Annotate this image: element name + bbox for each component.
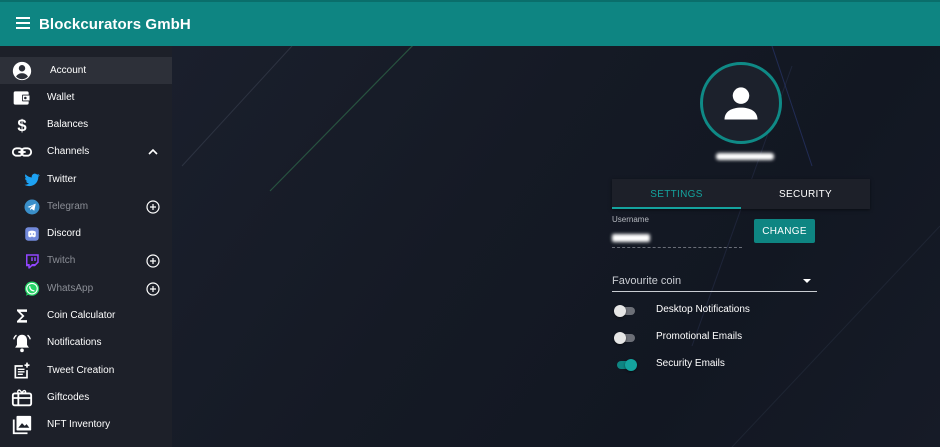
avatar[interactable] xyxy=(700,62,782,144)
sidebar-item-label: Wallet xyxy=(47,92,75,103)
image-collection-icon xyxy=(10,413,34,437)
sidebar-item-giftcodes[interactable]: Giftcodes xyxy=(0,384,172,411)
svg-text:$: $ xyxy=(17,115,27,134)
post-add-icon xyxy=(10,359,34,383)
chevron-up-icon[interactable] xyxy=(146,145,160,159)
favourite-coin-placeholder: Favourite coin xyxy=(612,275,682,287)
sidebar-item-label: Balances xyxy=(47,119,89,130)
sidebar-item-balances[interactable]: $ Balances xyxy=(0,111,172,138)
dropdown-arrow-icon xyxy=(803,279,811,283)
sidebar-item-label: Tweet Creation xyxy=(47,365,115,376)
username-field[interactable] xyxy=(612,234,650,242)
promotional-emails-toggle[interactable] xyxy=(614,332,636,344)
sidebar-item-tweet-creation[interactable]: Tweet Creation xyxy=(0,357,172,384)
sidebar-item-label: Coin Calculator xyxy=(47,310,116,321)
security-emails-toggle[interactable] xyxy=(614,359,637,371)
whatsapp-icon xyxy=(20,277,44,301)
account-circle-icon xyxy=(10,59,34,83)
discord-icon xyxy=(20,222,44,246)
toggle-label: Promotional Emails xyxy=(656,331,743,342)
gift-card-icon xyxy=(10,386,34,410)
sidebar: Account Wallet $ Balances Channels Twitt… xyxy=(0,46,172,447)
profile-tabs: SETTINGS SECURITY xyxy=(612,179,870,209)
toggle-label: Security Emails xyxy=(656,358,725,369)
favourite-coin-select[interactable]: Favourite coin xyxy=(612,268,817,292)
sidebar-item-label: Channels xyxy=(47,146,90,157)
add-circle-icon[interactable] xyxy=(146,281,160,296)
sidebar-item-label: Twitch xyxy=(47,255,76,266)
username-redacted xyxy=(716,153,774,160)
desktop-notifications-toggle[interactable] xyxy=(614,305,636,317)
sidebar-item-label: Twitter xyxy=(47,174,77,185)
telegram-icon xyxy=(20,195,44,219)
background-streaks xyxy=(181,46,940,447)
main-content xyxy=(172,46,940,447)
sidebar-item-whatsapp[interactable]: WhatsApp xyxy=(0,275,172,302)
username-field-underline xyxy=(612,247,742,248)
tab-security[interactable]: SECURITY xyxy=(741,179,870,209)
twitch-icon xyxy=(20,249,44,273)
link-icon xyxy=(10,140,34,164)
sidebar-item-twitch[interactable]: Twitch xyxy=(0,247,172,274)
sidebar-item-label: Discord xyxy=(47,228,81,239)
sidebar-item-label: WhatsApp xyxy=(47,283,94,294)
hamburger-menu-icon[interactable] xyxy=(16,17,30,29)
sidebar-item-label: Telegram xyxy=(47,201,89,212)
sidebar-item-channels[interactable]: Channels xyxy=(0,138,172,165)
sidebar-item-label: NFT Inventory xyxy=(47,419,111,430)
add-circle-icon[interactable] xyxy=(146,199,160,214)
dollar-icon: $ xyxy=(10,113,34,137)
username-label: Username xyxy=(612,215,649,224)
sigma-icon xyxy=(10,304,34,328)
app-bar: Blockcurators GmbH xyxy=(0,0,940,46)
tab-settings[interactable]: SETTINGS xyxy=(612,179,741,209)
app-title: Blockcurators GmbH xyxy=(39,16,191,33)
sidebar-item-coin-calculator[interactable]: Coin Calculator xyxy=(0,302,172,329)
wallet-icon xyxy=(10,86,34,110)
sidebar-item-discord[interactable]: Discord xyxy=(0,220,172,247)
sidebar-item-nft-inventory[interactable]: NFT Inventory xyxy=(0,411,172,438)
twitter-icon xyxy=(20,168,44,192)
person-icon xyxy=(724,87,758,120)
sidebar-item-notifications[interactable]: Notifications xyxy=(0,329,172,356)
sidebar-item-account[interactable]: Account xyxy=(0,57,172,84)
sidebar-item-twitter[interactable]: Twitter xyxy=(0,166,172,193)
sidebar-item-label: Notifications xyxy=(47,337,102,348)
bell-icon xyxy=(10,331,34,355)
toggle-label: Desktop Notifications xyxy=(656,304,750,315)
sidebar-item-telegram[interactable]: Telegram xyxy=(0,193,172,220)
sidebar-item-wallet[interactable]: Wallet xyxy=(0,84,172,111)
sidebar-item-label: Account xyxy=(50,65,87,76)
add-circle-icon[interactable] xyxy=(146,253,160,268)
change-button[interactable]: CHANGE xyxy=(754,219,815,243)
sidebar-item-label: Giftcodes xyxy=(47,392,90,403)
